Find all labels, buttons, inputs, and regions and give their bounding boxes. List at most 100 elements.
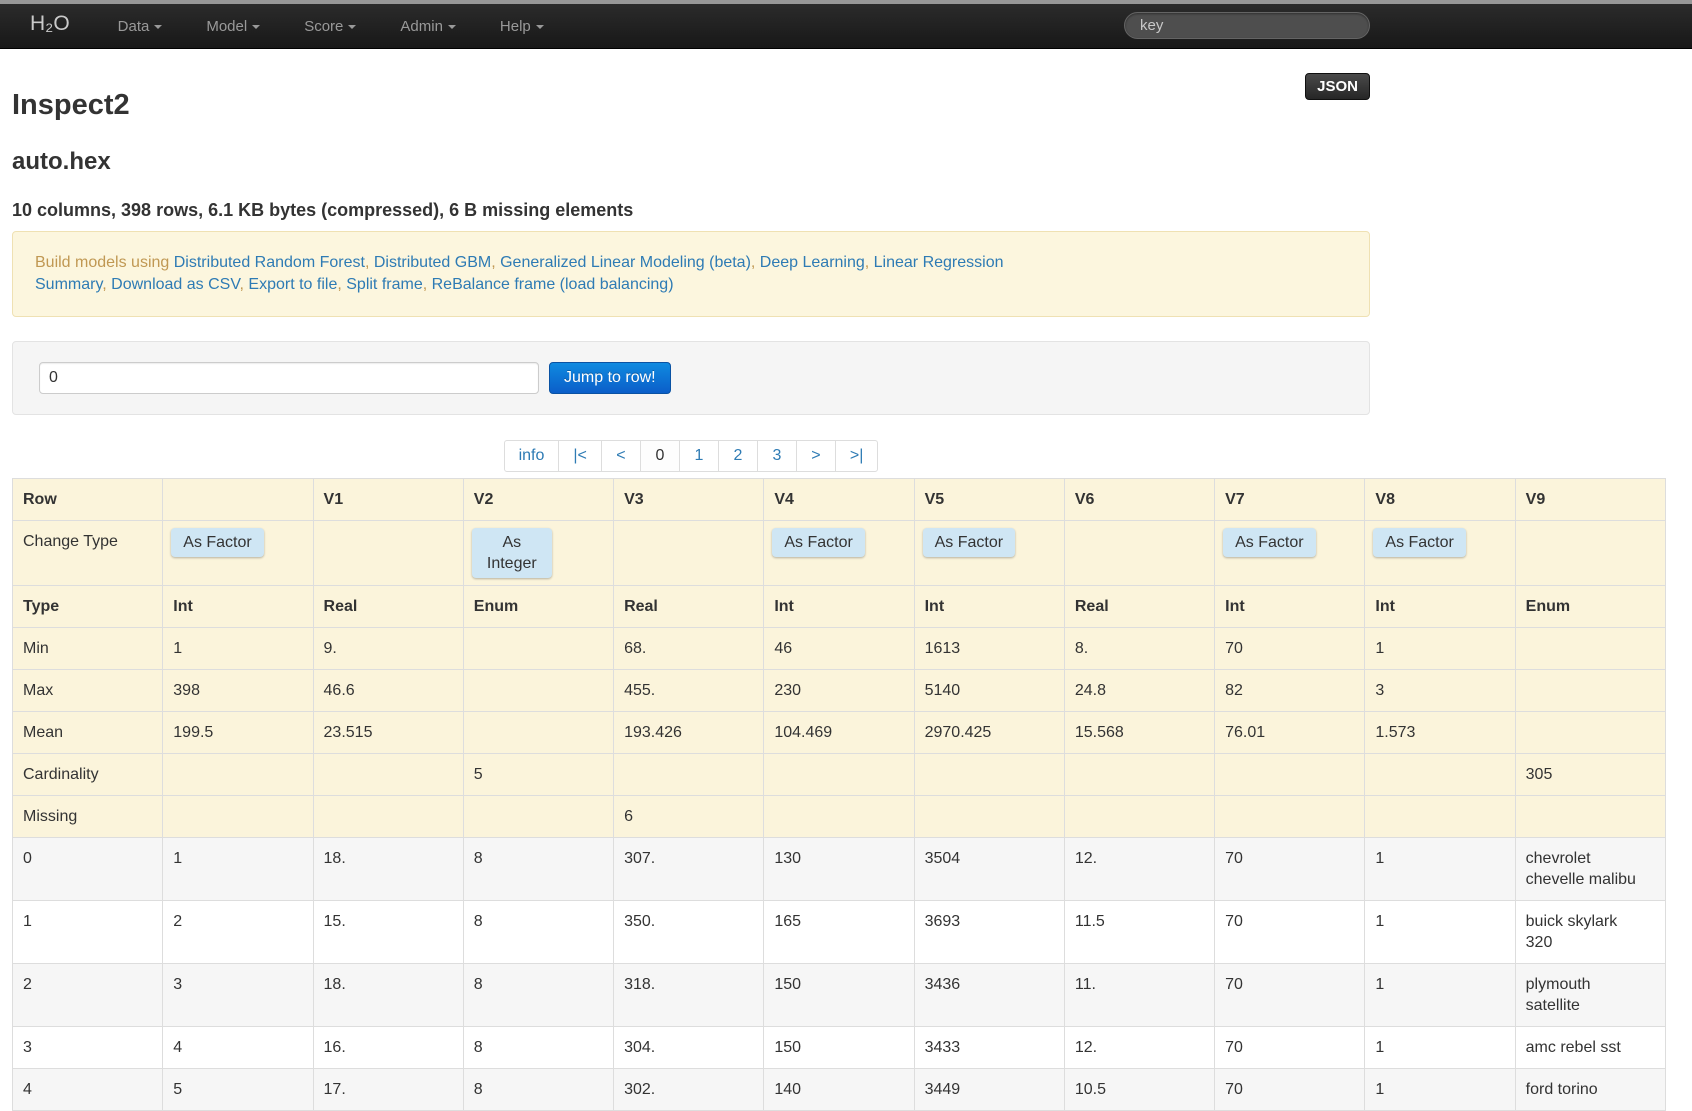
stat-cell: 24.8: [1063, 669, 1216, 712]
stat-cell: 1613: [913, 627, 1065, 670]
pagination-list: info |< <0 1 2 3 > >|: [503, 440, 879, 472]
top-navbar: H₂O Data Model Score Admin Help: [0, 4, 1692, 49]
stat-cell: 104.469: [763, 711, 915, 754]
caret-down-icon: [535, 25, 544, 29]
stat-cell: 70: [1214, 627, 1366, 670]
data-cell: 8: [462, 963, 615, 1027]
page-link-0[interactable]: info: [505, 441, 559, 471]
change-type-button[interactable]: As Factor: [171, 528, 264, 557]
change-type-cell: As Factor: [1214, 520, 1366, 586]
build-model-link[interactable]: Linear Regression: [874, 254, 1004, 271]
page-item: <: [600, 441, 640, 471]
build-models-bar: Build models using Distributed Random Fo…: [12, 231, 1370, 317]
data-cell: 3504: [913, 837, 1065, 901]
row-index-cell: 2: [11, 963, 164, 1027]
frame-table-wrap: Row V1 V2 V3 V4 V5 V6 V7 V8 V9 Change Type As Facto…: [11, 478, 1667, 1111]
data-cell: 16.: [312, 1026, 464, 1069]
page-link-2[interactable]: <: [602, 441, 640, 471]
stat-cell: 230: [763, 669, 915, 712]
stat-cell: [1063, 795, 1216, 838]
navbar-menu-item: Help: [478, 4, 566, 48]
stat-cell: 2970.425: [913, 711, 1065, 754]
data-cell: amc rebel sst: [1514, 1026, 1667, 1069]
stat-cell: [1514, 669, 1667, 712]
data-cell: 11.: [1063, 963, 1216, 1027]
data-cell: 18.: [312, 963, 464, 1027]
stat-cell: [312, 753, 464, 796]
stat-row-label: Type: [11, 585, 164, 628]
stat-cell: 23.515: [312, 711, 464, 754]
stat-cell: [1063, 753, 1216, 796]
stat-cell: [1214, 753, 1366, 796]
stat-cell: 46: [763, 627, 915, 670]
h2o-logo[interactable]: H₂O: [30, 12, 70, 48]
stat-cell: 1.573: [1364, 711, 1516, 754]
caret-down-icon: [154, 25, 163, 29]
frame-action-link[interactable]: Download as CSV: [111, 276, 239, 293]
menu-score[interactable]: Score: [282, 4, 378, 48]
search-input[interactable]: [1124, 12, 1370, 39]
menu-data[interactable]: Data: [96, 4, 185, 48]
navbar-menu-item: Model: [184, 4, 282, 48]
frame-action-link[interactable]: ReBalance frame (load balancing): [432, 276, 674, 293]
caret-down-icon: [348, 25, 357, 29]
page-link-1[interactable]: |<: [559, 441, 601, 471]
stat-cell: 46.6: [312, 669, 464, 712]
data-cell: 8: [462, 900, 615, 964]
stat-cell: 5: [462, 753, 615, 796]
navbar-menu-item: Data: [96, 4, 185, 48]
build-model-link[interactable]: Distributed Random Forest: [174, 254, 365, 271]
data-cell: 70: [1214, 963, 1366, 1027]
build-model-link[interactable]: Deep Learning: [760, 254, 865, 271]
stat-row-label: Mean: [11, 711, 164, 754]
menu-admin[interactable]: Admin: [378, 4, 478, 48]
frame-action-link[interactable]: Summary: [35, 276, 102, 293]
change-type-cell: As Factor: [913, 520, 1065, 586]
stat-cell: 193.426: [613, 711, 765, 754]
stat-cell: [763, 753, 915, 796]
data-cell: 165: [763, 900, 915, 964]
jump-to-row-input[interactable]: [39, 362, 539, 394]
navbar-menu-item: Admin: [378, 4, 478, 48]
stat-cell: Int: [1364, 585, 1516, 628]
menu-model[interactable]: Model: [184, 4, 282, 48]
change-type-cell: [1514, 520, 1667, 586]
data-cell: 4: [162, 1026, 314, 1069]
table-row: 1 2 15. 8 350. 165 3693 11.5 70 1 buick skylark 32…: [11, 900, 1667, 964]
column-header: V7: [1214, 478, 1366, 521]
change-type-button[interactable]: As Integer: [471, 528, 552, 578]
change-type-button[interactable]: As Factor: [1223, 528, 1316, 557]
change-type-cell: [312, 520, 464, 586]
stat-cell: 15.568: [1063, 711, 1216, 754]
change-type-button[interactable]: As Factor: [772, 528, 865, 557]
data-cell: 8: [462, 1026, 615, 1069]
frame-action-link[interactable]: Export to file: [248, 276, 337, 293]
frame-action-link[interactable]: Split frame: [346, 276, 422, 293]
build-model-link[interactable]: Generalized Linear Modeling (beta): [500, 254, 751, 271]
data-cell: 140: [763, 1068, 915, 1111]
stat-cell: [462, 795, 615, 838]
data-cell: 307.: [613, 837, 765, 901]
page-link-7[interactable]: >: [797, 441, 835, 471]
data-cell: 3436: [913, 963, 1065, 1027]
data-cell: 12.: [1063, 837, 1216, 901]
change-type-button[interactable]: As Factor: [922, 528, 1016, 557]
stat-cell: 305: [1514, 753, 1667, 796]
page-link-5[interactable]: 2: [719, 441, 757, 471]
page-link-6[interactable]: 3: [758, 441, 796, 471]
page-link-8[interactable]: >|: [836, 441, 878, 471]
json-button[interactable]: JSON: [1305, 73, 1370, 100]
data-cell: plymouth satellite: [1514, 963, 1667, 1027]
data-cell: 3: [162, 963, 314, 1027]
change-type-button[interactable]: As Factor: [1373, 528, 1466, 557]
jump-to-row-button[interactable]: Jump to row!: [549, 362, 671, 394]
stat-cell: 398: [162, 669, 314, 712]
frame-table-body: Row V1 V2 V3 V4 V5 V6 V7 V8 V9 Change Type As Facto…: [11, 478, 1667, 1111]
stat-cell: [913, 753, 1065, 796]
table-row: Type Int Real Enum Real Int Int Real Int Int Enum: [11, 585, 1667, 628]
table-row: Mean 199.5 23.515 193.426 104.469 2970.425 15.…: [11, 711, 1667, 754]
build-model-link[interactable]: Distributed GBM: [374, 254, 491, 271]
stat-row-label: Min: [11, 627, 164, 670]
page-link-4[interactable]: 1: [680, 441, 718, 471]
menu-help[interactable]: Help: [478, 4, 566, 48]
